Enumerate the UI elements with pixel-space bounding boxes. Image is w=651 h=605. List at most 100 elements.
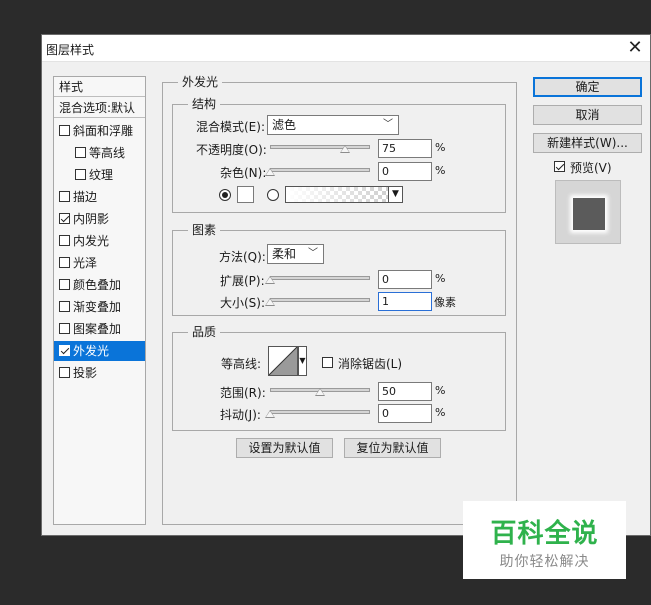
size-label: 大小(S): bbox=[220, 296, 266, 310]
range-input[interactable]: 50 bbox=[378, 382, 432, 401]
style-item-checkbox[interactable] bbox=[59, 301, 70, 312]
contour-picker[interactable] bbox=[268, 346, 298, 376]
preview-checkbox[interactable] bbox=[554, 161, 565, 172]
blending-options-header[interactable]: 混合选项:默认 bbox=[54, 98, 145, 118]
style-item-checkbox[interactable] bbox=[75, 169, 86, 180]
style-item[interactable]: 内阴影 bbox=[54, 209, 145, 229]
style-item-checkbox[interactable] bbox=[59, 367, 70, 378]
range-slider-thumb[interactable] bbox=[315, 388, 325, 396]
contour-dropdown-icon[interactable]: ▼ bbox=[298, 346, 307, 376]
style-item[interactable]: 投影 bbox=[54, 363, 145, 383]
antialias-checkbox[interactable] bbox=[322, 357, 333, 368]
make-default-button[interactable]: 设置为默认值 bbox=[236, 438, 333, 458]
blend-mode-select[interactable]: 滤色 ﹀ bbox=[267, 115, 399, 135]
watermark-brand: 百科全说 bbox=[490, 519, 599, 549]
quality-title: 品质 bbox=[188, 325, 221, 339]
style-item-checkbox[interactable] bbox=[59, 279, 70, 290]
style-item[interactable]: 颜色叠加 bbox=[54, 275, 145, 295]
opacity-percent: % bbox=[435, 141, 446, 154]
style-item[interactable]: 斜面和浮雕 bbox=[54, 121, 145, 141]
style-item-checkbox[interactable] bbox=[59, 323, 70, 334]
technique-value: 柔和 bbox=[272, 247, 297, 261]
structure-title: 结构 bbox=[188, 97, 221, 111]
spread-label: 扩展(P): bbox=[220, 274, 265, 288]
reset-default-button[interactable]: 复位为默认值 bbox=[344, 438, 441, 458]
style-item[interactable]: 外发光 bbox=[54, 341, 145, 361]
preview-thumbnail bbox=[573, 198, 605, 230]
gradient-radio[interactable] bbox=[267, 189, 279, 201]
size-pixels-unit: 像素 bbox=[434, 296, 456, 309]
style-item-checkbox[interactable] bbox=[59, 345, 70, 356]
opacity-slider-track[interactable] bbox=[270, 145, 370, 149]
style-item-label: 内阴影 bbox=[73, 212, 110, 226]
style-item-label: 描边 bbox=[73, 190, 98, 204]
chevron-down-icon: ﹀ bbox=[308, 248, 318, 259]
style-item-label: 外发光 bbox=[73, 344, 110, 358]
range-label: 范围(R): bbox=[220, 386, 266, 400]
style-item-label: 纹理 bbox=[89, 168, 114, 182]
jitter-slider-thumb[interactable] bbox=[265, 410, 275, 418]
style-item[interactable]: 内发光 bbox=[54, 231, 145, 251]
jitter-percent: % bbox=[435, 406, 446, 419]
jitter-label: 抖动(J): bbox=[220, 408, 261, 422]
size-slider-thumb[interactable] bbox=[265, 298, 275, 306]
style-item[interactable]: 纹理 bbox=[54, 165, 145, 185]
noise-slider-track[interactable] bbox=[270, 168, 370, 172]
blend-mode-label: 混合模式(E): bbox=[196, 120, 265, 134]
spread-slider-track[interactable] bbox=[270, 276, 370, 280]
noise-input[interactable]: 0 bbox=[378, 162, 432, 181]
solid-color-radio[interactable] bbox=[219, 189, 231, 201]
range-percent: % bbox=[435, 384, 446, 397]
style-item-checkbox[interactable] bbox=[59, 257, 70, 268]
contour-curve-icon bbox=[269, 347, 297, 375]
style-item-label: 图案叠加 bbox=[73, 322, 122, 336]
chevron-down-icon: ﹀ bbox=[383, 119, 393, 130]
style-item[interactable]: 渐变叠加 bbox=[54, 297, 145, 317]
style-item-label: 投影 bbox=[73, 366, 98, 380]
elements-title: 图素 bbox=[188, 223, 221, 237]
style-item-label: 等高线 bbox=[89, 146, 126, 160]
size-input[interactable]: 1 bbox=[378, 292, 432, 311]
style-item[interactable]: 光泽 bbox=[54, 253, 145, 273]
style-item-label: 斜面和浮雕 bbox=[73, 124, 134, 138]
spread-slider-thumb[interactable] bbox=[265, 276, 275, 284]
style-item[interactable]: 等高线 bbox=[54, 143, 145, 163]
size-slider-track[interactable] bbox=[270, 298, 370, 302]
technique-select[interactable]: 柔和 ﹀ bbox=[267, 244, 324, 264]
cancel-button[interactable]: 取消 bbox=[533, 105, 642, 125]
opacity-label: 不透明度(O): bbox=[196, 143, 267, 157]
contour-label: 等高线: bbox=[221, 357, 262, 371]
style-item[interactable]: 图案叠加 bbox=[54, 319, 145, 339]
style-item-checkbox[interactable] bbox=[59, 235, 70, 246]
outer-glow-title: 外发光 bbox=[178, 75, 223, 89]
style-item-checkbox[interactable] bbox=[59, 125, 70, 136]
gradient-dropdown-icon[interactable]: ▼ bbox=[388, 186, 403, 203]
style-list: 样式 混合选项:默认 斜面和浮雕等高线纹理描边内阴影内发光光泽颜色叠加渐变叠加图… bbox=[53, 76, 146, 525]
new-style-button[interactable]: 新建样式(W)... bbox=[533, 133, 642, 153]
jitter-slider-track[interactable] bbox=[270, 410, 370, 414]
noise-slider-thumb[interactable] bbox=[265, 168, 275, 176]
window-title: 图层样式 bbox=[46, 43, 95, 57]
style-item-label: 颜色叠加 bbox=[73, 278, 122, 292]
styles-header[interactable]: 样式 bbox=[54, 77, 145, 97]
style-item[interactable]: 描边 bbox=[54, 187, 145, 207]
jitter-input[interactable]: 0 bbox=[378, 404, 432, 423]
glow-color-swatch[interactable] bbox=[237, 186, 254, 203]
opacity-input[interactable]: 75 bbox=[378, 139, 432, 158]
close-icon[interactable]: ✕ bbox=[624, 37, 646, 59]
ok-button[interactable]: 确定 bbox=[533, 77, 642, 97]
style-item-checkbox[interactable] bbox=[75, 147, 86, 158]
style-item-checkbox[interactable] bbox=[59, 191, 70, 202]
gradient-picker[interactable] bbox=[285, 186, 389, 203]
style-item-checkbox[interactable] bbox=[59, 213, 70, 224]
blend-mode-value: 滤色 bbox=[272, 118, 297, 132]
layer-style-dialog: 图层样式 ✕ 样式 混合选项:默认 斜面和浮雕等高线纹理描边内阴影内发光光泽颜色… bbox=[41, 34, 651, 536]
title-bar: 图层样式 ✕ bbox=[42, 35, 650, 62]
spread-input[interactable]: 0 bbox=[378, 270, 432, 289]
style-item-label: 光泽 bbox=[73, 256, 98, 270]
noise-label: 杂色(N): bbox=[220, 166, 267, 180]
technique-label: 方法(Q): bbox=[219, 250, 266, 264]
opacity-slider-thumb[interactable] bbox=[340, 145, 350, 153]
style-item-label: 渐变叠加 bbox=[73, 300, 122, 314]
preview-label: 预览(V) bbox=[570, 161, 612, 175]
